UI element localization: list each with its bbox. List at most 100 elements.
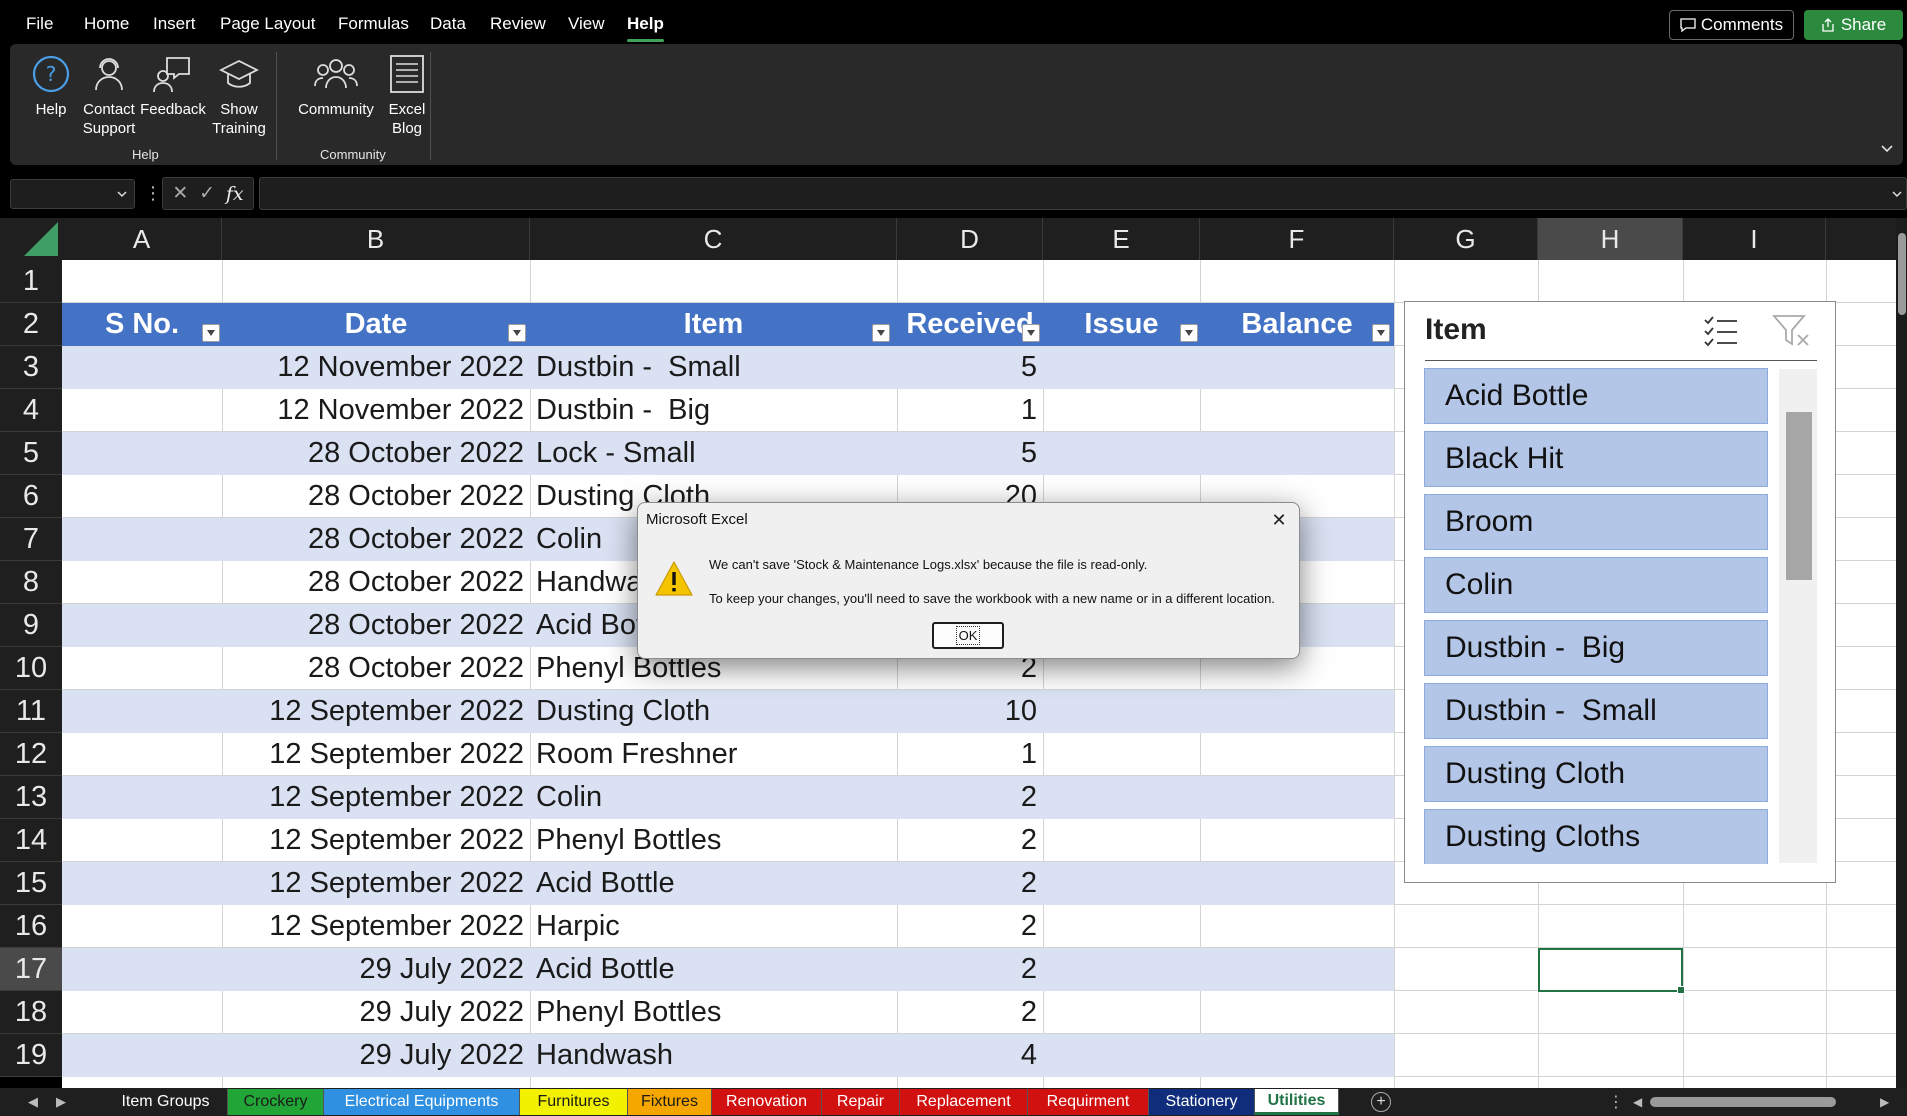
cell-date[interactable]: 28 October 2022 bbox=[222, 647, 530, 690]
comments-button[interactable]: Comments bbox=[1669, 10, 1794, 40]
column-header-d[interactable]: D bbox=[897, 218, 1043, 260]
cell-item[interactable]: Acid Bottle bbox=[530, 948, 897, 991]
slicer-item[interactable]: Dusting Cloths bbox=[1424, 809, 1768, 864]
column-header-i[interactable]: I bbox=[1683, 218, 1826, 260]
menu-page-layout[interactable]: Page Layout bbox=[220, 14, 315, 34]
tab-scroll-right-icon[interactable]: ▶ bbox=[56, 1094, 66, 1110]
column-header-g[interactable]: G bbox=[1394, 218, 1538, 260]
feedback-button[interactable]: Feedback bbox=[140, 52, 206, 119]
cell-item[interactable]: Room Freshner bbox=[530, 733, 897, 776]
row-header-15[interactable]: 15 bbox=[0, 862, 62, 905]
scroll-right-icon[interactable]: ▶ bbox=[1880, 1095, 1889, 1109]
tab-scroll-left-icon[interactable]: ◀ bbox=[28, 1094, 38, 1110]
cell-received[interactable]: 5 bbox=[897, 346, 1043, 389]
filter-dropdown-button[interactable] bbox=[872, 324, 890, 342]
slicer-scroll-thumb[interactable] bbox=[1786, 412, 1812, 580]
cell-date[interactable]: 28 October 2022 bbox=[222, 432, 530, 475]
cell-date[interactable]: 29 July 2022 bbox=[222, 1034, 530, 1077]
column-header-e[interactable]: E bbox=[1043, 218, 1200, 260]
column-header-c[interactable]: C bbox=[530, 218, 897, 260]
cell-date[interactable]: 28 October 2022 bbox=[222, 518, 530, 561]
cell-item[interactable]: Acid Bottle bbox=[530, 862, 897, 905]
cell-date[interactable]: 12 November 2022 bbox=[222, 389, 530, 432]
cell-received[interactable]: 5 bbox=[897, 432, 1043, 475]
cell-item[interactable]: Dusting Cloth bbox=[530, 690, 897, 733]
cell-date[interactable]: 12 September 2022 bbox=[222, 776, 530, 819]
row-header-9[interactable]: 9 bbox=[0, 604, 62, 647]
cell-date[interactable]: 29 July 2022 bbox=[222, 991, 530, 1034]
row-header-5[interactable]: 5 bbox=[0, 432, 62, 475]
cell-date[interactable]: 12 November 2022 bbox=[222, 346, 530, 389]
slicer-item[interactable]: Dustbin - Big bbox=[1424, 620, 1768, 676]
row-header-11[interactable]: 11 bbox=[0, 690, 62, 733]
chevron-down-icon[interactable] bbox=[116, 188, 128, 200]
cell-date[interactable]: 12 September 2022 bbox=[222, 905, 530, 948]
sheet-tab-fixtures[interactable]: Fixtures bbox=[628, 1089, 712, 1115]
row-header-7[interactable]: 7 bbox=[0, 518, 62, 561]
row-header-6[interactable]: 6 bbox=[0, 475, 62, 518]
cell-item[interactable]: Dustbin - Small bbox=[530, 346, 897, 389]
sheet-tab-renovation[interactable]: Renovation bbox=[712, 1089, 822, 1115]
menu-help[interactable]: Help bbox=[627, 14, 664, 42]
cell-received[interactable]: 10 bbox=[897, 690, 1043, 733]
row-header-3[interactable]: 3 bbox=[0, 346, 62, 389]
cell-received[interactable]: 1 bbox=[897, 733, 1043, 776]
show-training-button[interactable]: Show Training bbox=[210, 52, 268, 138]
row-header-4[interactable]: 4 bbox=[0, 389, 62, 432]
cell-received[interactable]: 2 bbox=[897, 905, 1043, 948]
more-icon[interactable]: ⋮ bbox=[144, 183, 162, 204]
filter-dropdown-button[interactable] bbox=[1372, 324, 1390, 342]
column-header-b[interactable]: B bbox=[222, 218, 530, 260]
slicer-item[interactable]: Dusting Cloth bbox=[1424, 746, 1768, 802]
chevron-down-icon[interactable] bbox=[1879, 140, 1895, 156]
sheet-tab-furnitures[interactable]: Furnitures bbox=[520, 1089, 628, 1115]
row-header-17[interactable]: 17 bbox=[0, 948, 62, 991]
filter-dropdown-button[interactable] bbox=[202, 324, 220, 342]
add-sheet-button[interactable]: + bbox=[1371, 1092, 1391, 1112]
cancel-icon[interactable]: ✕ bbox=[172, 182, 188, 205]
cell-received[interactable]: 2 bbox=[897, 948, 1043, 991]
slicer-item[interactable]: Colin bbox=[1424, 557, 1768, 613]
scroll-left-icon[interactable]: ◀ bbox=[1633, 1095, 1642, 1109]
slicer-item[interactable]: Acid Bottle bbox=[1424, 368, 1768, 424]
cell-date[interactable]: 12 September 2022 bbox=[222, 819, 530, 862]
row-header-19[interactable]: 19 bbox=[0, 1034, 62, 1077]
cell-date[interactable]: 28 October 2022 bbox=[222, 604, 530, 647]
menu-review[interactable]: Review bbox=[490, 14, 546, 34]
menu-insert[interactable]: Insert bbox=[153, 14, 196, 34]
active-cell[interactable] bbox=[1538, 948, 1685, 994]
chevron-down-icon[interactable] bbox=[1891, 188, 1903, 200]
select-all-button[interactable] bbox=[0, 218, 62, 260]
community-button[interactable]: Community bbox=[286, 52, 386, 119]
column-header-f[interactable]: F bbox=[1200, 218, 1394, 260]
cell-item[interactable]: Phenyl Bottles bbox=[530, 819, 897, 862]
cell-item[interactable]: Harpic bbox=[530, 905, 897, 948]
row-header-1[interactable]: 1 bbox=[0, 260, 62, 303]
row-header-8[interactable]: 8 bbox=[0, 561, 62, 604]
row-header-10[interactable]: 10 bbox=[0, 647, 62, 690]
sheet-tab-crockery[interactable]: Crockery bbox=[228, 1089, 324, 1115]
sheet-tab-electrical-equipments[interactable]: Electrical Equipments bbox=[324, 1089, 520, 1115]
more-icon[interactable]: ⋮ bbox=[1608, 1092, 1624, 1112]
cell-received[interactable]: 4 bbox=[897, 1034, 1043, 1077]
cell-item[interactable]: Handwash bbox=[530, 1034, 897, 1077]
row-header-2[interactable]: 2 bbox=[0, 303, 62, 346]
menu-view[interactable]: View bbox=[568, 14, 605, 34]
cell-received[interactable]: 2 bbox=[897, 991, 1043, 1034]
slicer-item[interactable]: Broom bbox=[1424, 494, 1768, 550]
cell-date[interactable]: 12 September 2022 bbox=[222, 690, 530, 733]
cell-received[interactable]: 2 bbox=[897, 819, 1043, 862]
row-header-14[interactable]: 14 bbox=[0, 819, 62, 862]
dialog-close-button[interactable]: ✕ bbox=[1269, 510, 1289, 530]
help-button[interactable]: ? Help bbox=[24, 52, 78, 119]
filter-dropdown-button[interactable] bbox=[1022, 324, 1040, 342]
clear-filter-icon[interactable] bbox=[1772, 313, 1812, 349]
sheet-tab-replacement[interactable]: Replacement bbox=[900, 1089, 1028, 1115]
sheet-tab-stationery[interactable]: Stationery bbox=[1149, 1089, 1255, 1115]
cell-received[interactable]: 2 bbox=[897, 862, 1043, 905]
enter-icon[interactable]: ✓ bbox=[199, 182, 215, 205]
cell-item[interactable]: Phenyl Bottles bbox=[530, 991, 897, 1034]
filter-dropdown-button[interactable] bbox=[508, 324, 526, 342]
menu-formulas[interactable]: Formulas bbox=[338, 14, 409, 34]
row-header-13[interactable]: 13 bbox=[0, 776, 62, 819]
